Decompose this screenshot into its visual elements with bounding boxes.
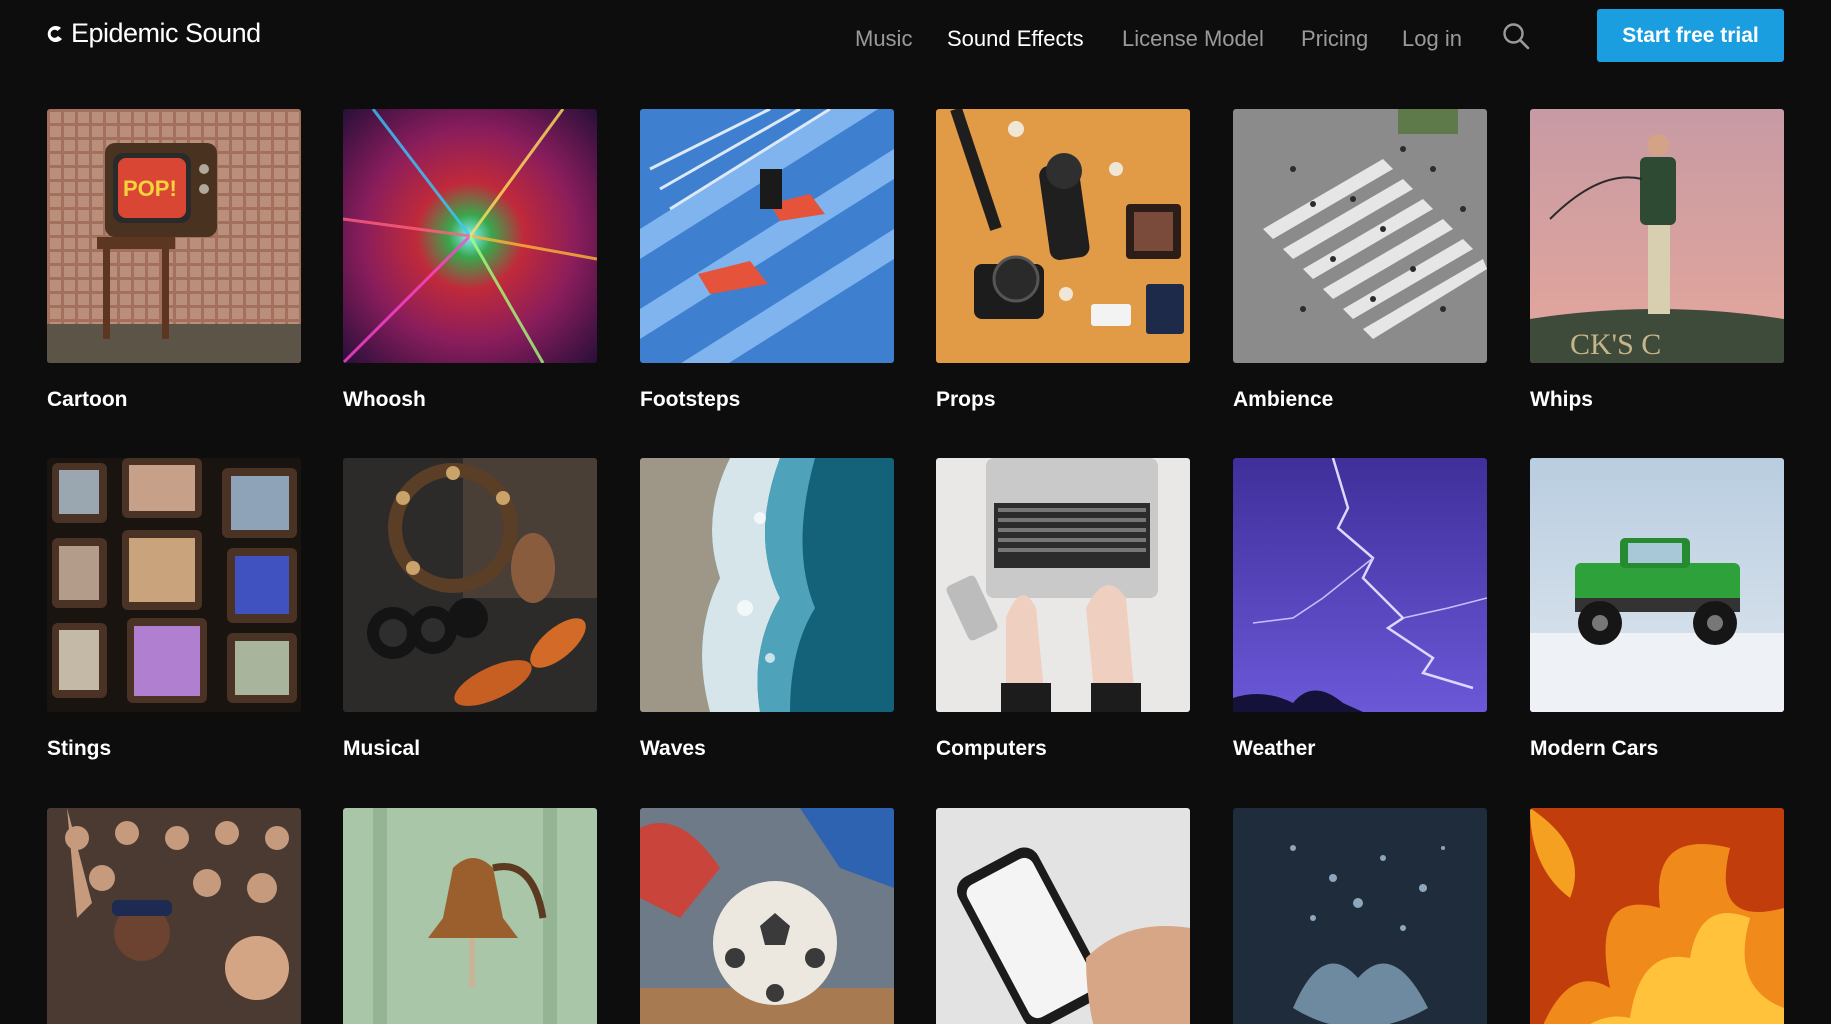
epidemic-logo-icon — [47, 25, 62, 42]
svg-text:CK'S C: CK'S C — [1570, 328, 1661, 361]
category-label: Computers — [936, 737, 1047, 760]
search-icon[interactable] — [1502, 22, 1530, 50]
category-image — [47, 808, 301, 1024]
category-label: Ambience — [1233, 388, 1334, 411]
category-image — [1530, 458, 1784, 712]
category-label: Waves — [640, 737, 706, 760]
brand-name: Epidemic Sound — [71, 18, 261, 48]
category-image — [640, 808, 894, 1024]
category-tile-props[interactable]: Props — [936, 109, 1190, 411]
nav-item-license-model[interactable]: License Model — [1122, 26, 1264, 52]
category-label: Cartoon — [47, 388, 128, 411]
category-label: Props — [936, 388, 996, 411]
category-image — [640, 458, 894, 712]
category-label: Whips — [1530, 388, 1593, 411]
top-header: Epidemic Sound Music Sound Effects Licen… — [0, 0, 1831, 80]
nav-item-pricing[interactable]: Pricing — [1301, 26, 1368, 52]
category-tile-whips[interactable]: CK'S C Whips — [1530, 109, 1784, 411]
svg-text:POP!: POP! — [123, 176, 177, 201]
category-tile-modern-cars[interactable]: Modern Cars — [1530, 458, 1784, 760]
category-tile-soccer[interactable] — [640, 808, 894, 1024]
category-image — [1233, 109, 1487, 363]
category-label: Weather — [1233, 737, 1316, 760]
category-image — [343, 109, 597, 363]
nav-item-log-in[interactable]: Log in — [1402, 26, 1462, 52]
category-tile-musical[interactable]: Musical — [343, 458, 597, 760]
nav-item-sound-effects[interactable]: Sound Effects — [947, 26, 1084, 52]
category-tile-stings[interactable]: Stings — [47, 458, 301, 760]
category-tile-waves[interactable]: Waves — [640, 458, 894, 760]
category-label: Modern Cars — [1530, 737, 1659, 760]
category-image — [343, 458, 597, 712]
category-tile-fire[interactable] — [1530, 808, 1784, 1024]
category-image: CK'S C — [1530, 109, 1784, 363]
nav-item-music[interactable]: Music — [855, 26, 912, 52]
category-image — [640, 109, 894, 363]
category-tile-computers[interactable]: Computers — [936, 458, 1190, 760]
category-image — [343, 808, 597, 1024]
category-tile-footsteps[interactable]: Footsteps — [640, 109, 894, 411]
category-label: Whoosh — [343, 388, 426, 411]
category-tile-whoosh[interactable]: Whoosh — [343, 109, 597, 411]
category-image — [936, 109, 1190, 363]
category-image: POP! — [47, 109, 301, 363]
category-label: Stings — [47, 737, 112, 760]
category-tile-crowd[interactable] — [47, 808, 301, 1024]
category-image — [1530, 808, 1784, 1024]
category-image — [1233, 808, 1487, 1024]
brand-logo[interactable]: Epidemic Sound — [47, 18, 261, 49]
category-image — [1233, 458, 1487, 712]
category-tile-cartoon[interactable]: POP! Cartoon — [47, 109, 301, 411]
category-tile-ambience[interactable]: Ambience — [1233, 109, 1487, 411]
category-tile-smartphone[interactable] — [936, 808, 1190, 1024]
category-label: Musical — [343, 737, 421, 760]
category-tile-splash[interactable] — [1233, 808, 1487, 1024]
category-tile-weather[interactable]: Weather — [1233, 458, 1487, 760]
category-image — [47, 458, 301, 712]
category-label: Footsteps — [640, 388, 741, 411]
start-free-trial-button[interactable]: Start free trial — [1597, 9, 1784, 62]
category-image — [936, 458, 1190, 712]
category-image — [936, 808, 1190, 1024]
category-tile-bell[interactable] — [343, 808, 597, 1024]
